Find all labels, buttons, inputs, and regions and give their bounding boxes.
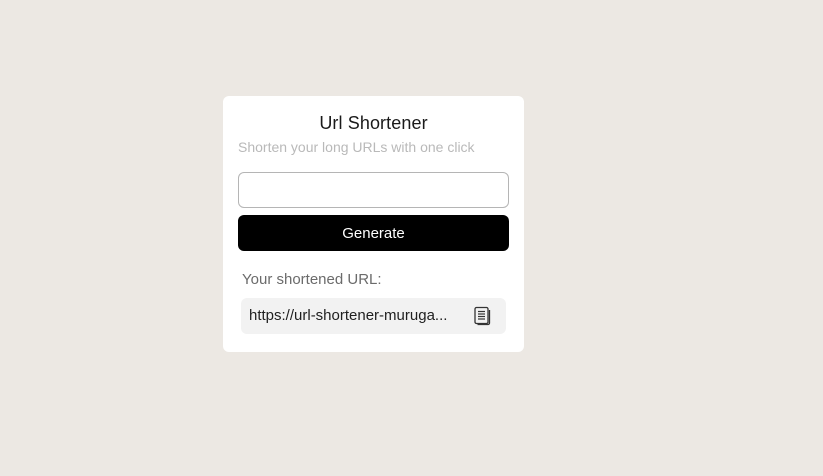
page-title: Url Shortener — [319, 113, 428, 133]
url-input[interactable] — [238, 172, 509, 208]
shortened-url-box: https://url-shortener-muruga... — [241, 298, 506, 334]
copy-icon[interactable] — [471, 305, 493, 327]
url-shortener-card: Url Shortener Shorten your long URLs wit… — [223, 96, 524, 352]
result-label: Your shortened URL: — [242, 271, 382, 288]
shortened-url-text: https://url-shortener-muruga... — [249, 307, 448, 324]
generate-button[interactable]: Generate — [238, 215, 509, 251]
page-subtitle: Shorten your long URLs with one click — [238, 139, 475, 155]
